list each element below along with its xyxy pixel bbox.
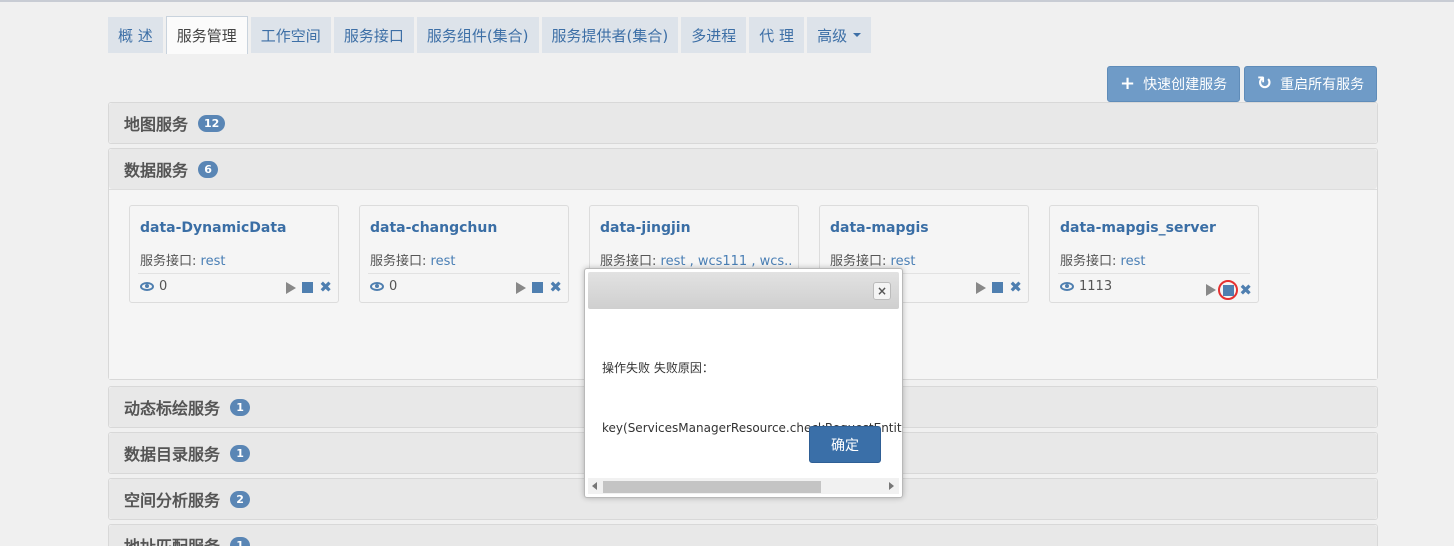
play-icon[interactable] xyxy=(516,281,527,294)
stop-icon[interactable] xyxy=(532,282,544,293)
service-interface: 服务接口: rest xyxy=(830,250,1022,269)
count-badge: 1 xyxy=(230,536,251,546)
panel-address-matching-service: 地址匹配服务 1 xyxy=(108,524,1378,546)
refresh-icon: ↻ xyxy=(1257,73,1273,94)
service-card: data-mapgis_server 服务接口: rest 1113 ✖ xyxy=(1049,205,1259,303)
ok-button[interactable]: 确定 xyxy=(809,426,881,463)
horizontal-scrollbar[interactable] xyxy=(588,478,899,494)
panel-title: 地址匹配服务 xyxy=(124,533,220,546)
delete-icon[interactable]: ✖ xyxy=(1009,280,1022,295)
panel-title: 数据目录服务 xyxy=(124,445,221,464)
tab-service-providers[interactable]: 服务提供者(集合) xyxy=(541,17,679,53)
service-actions: ✖ xyxy=(286,280,332,295)
eye-icon xyxy=(370,282,384,291)
caret-down-icon xyxy=(853,33,862,37)
service-card-title[interactable]: data-changchun xyxy=(370,220,497,236)
service-interface-label: 服务接口: xyxy=(140,254,201,269)
view-count: 0 xyxy=(140,279,167,294)
tab-service-components[interactable]: 服务组件(集合) xyxy=(416,17,539,53)
service-interface: 服务接口: rest xyxy=(1060,250,1252,269)
service-card-title[interactable]: data-mapgis_server xyxy=(1060,220,1216,236)
count-badge: 1 xyxy=(230,444,251,462)
panel-title: 动态标绘服务 xyxy=(124,399,221,418)
delete-icon[interactable]: ✖ xyxy=(549,280,562,295)
view-count-value: 1113 xyxy=(1079,279,1113,294)
panel-map-service-header[interactable]: 地图服务 12 xyxy=(109,103,1377,143)
stop-icon[interactable] xyxy=(1222,284,1234,296)
count-badge: 6 xyxy=(198,160,219,178)
panel-title: 空间分析服务 xyxy=(124,491,221,510)
tab-workspace[interactable]: 工作空间 xyxy=(250,17,331,53)
service-interface: 服务接口: rest xyxy=(140,250,332,269)
service-interface-label: 服务接口: xyxy=(600,254,661,269)
scroll-left-icon[interactable] xyxy=(592,482,597,490)
quick-create-service-button[interactable]: + 快速创建服务 xyxy=(1107,66,1240,102)
plus-icon: + xyxy=(1120,73,1136,94)
service-interface-link[interactable]: rest xyxy=(1121,254,1146,269)
divider xyxy=(368,273,560,274)
highlight-ring xyxy=(1218,280,1239,300)
play-icon[interactable] xyxy=(286,281,297,294)
play-icon[interactable] xyxy=(976,281,987,294)
panel-title: 数据服务 xyxy=(124,161,189,180)
divider xyxy=(138,273,330,274)
restart-all-services-button[interactable]: ↻ 重启所有服务 xyxy=(1244,66,1377,102)
restart-all-services-label: 重启所有服务 xyxy=(1280,77,1365,93)
service-interface: 服务接口: rest , wcs111 , wcs... xyxy=(600,250,792,269)
quick-create-service-label: 快速创建服务 xyxy=(1143,77,1228,93)
service-interface-label: 服务接口: xyxy=(1060,254,1121,269)
service-actions: ✖ xyxy=(1206,280,1252,300)
dialog-message-line: 操作失败 失败原因： xyxy=(602,361,714,375)
tab-service-management[interactable]: 服务管理 xyxy=(165,16,248,54)
service-interface: 服务接口: rest xyxy=(370,250,562,269)
service-card-title[interactable]: data-jingjin xyxy=(600,220,691,236)
tab-advanced[interactable]: 高级 xyxy=(807,17,872,53)
service-interface-label: 服务接口: xyxy=(370,254,431,269)
view-count: 1113 xyxy=(1060,279,1112,294)
panel-title: 地图服务 xyxy=(124,115,189,134)
panel-address-matching-header[interactable]: 地址匹配服务 1 xyxy=(109,525,1377,546)
tab-proxy[interactable]: 代 理 xyxy=(749,17,805,53)
dialog-message: 操作失败 失败原因： key(ServicesManagerResource.c… xyxy=(602,318,902,497)
scroll-right-icon[interactable] xyxy=(889,482,894,490)
service-interface-label: 服务接口: xyxy=(830,254,891,269)
service-interface-link[interactable]: rest xyxy=(431,254,456,269)
count-badge: 2 xyxy=(230,490,251,508)
service-actions: ✖ xyxy=(516,280,562,295)
tab-advanced-label: 高级 xyxy=(817,26,848,45)
eye-icon xyxy=(1060,282,1074,291)
panel-data-service-header[interactable]: 数据服务 6 xyxy=(109,149,1377,189)
panel-map-service: 地图服务 12 xyxy=(108,102,1378,144)
stop-icon[interactable] xyxy=(992,282,1004,293)
tab-multiprocess[interactable]: 多进程 xyxy=(681,17,747,53)
eye-icon xyxy=(140,282,154,291)
play-icon[interactable] xyxy=(1206,284,1217,296)
tab-overview[interactable]: 概 述 xyxy=(108,17,163,53)
tab-service-interface[interactable]: 服务接口 xyxy=(333,17,414,53)
service-card-title[interactable]: data-mapgis xyxy=(830,220,929,236)
view-count: 0 xyxy=(370,279,397,294)
service-interface-link[interactable]: rest xyxy=(891,254,916,269)
view-count-value: 0 xyxy=(159,279,168,294)
service-card: data-changchun 服务接口: rest 0 ✖ xyxy=(359,205,569,303)
divider xyxy=(1058,273,1250,274)
count-badge: 12 xyxy=(198,114,226,132)
scrollbar-thumb[interactable] xyxy=(603,481,821,493)
nav-tabs: 概 述 服务管理 工作空间 服务接口 服务组件(集合) 服务提供者(集合) 多进… xyxy=(108,16,874,54)
view-count-value: 0 xyxy=(389,279,398,294)
delete-icon[interactable]: ✖ xyxy=(1239,282,1252,298)
service-interface-link[interactable]: rest , wcs111 , wcs... xyxy=(661,254,792,269)
count-badge: 1 xyxy=(230,398,251,416)
stop-icon[interactable] xyxy=(302,282,314,293)
service-actions: ✖ xyxy=(976,280,1022,295)
service-card-title[interactable]: data-DynamicData xyxy=(140,220,286,236)
dialog-header: × xyxy=(588,272,899,309)
close-icon[interactable]: × xyxy=(873,282,891,300)
service-interface-link[interactable]: rest xyxy=(201,254,226,269)
error-dialog: × 操作失败 失败原因： key(ServicesManagerResource… xyxy=(584,268,903,498)
service-card: data-DynamicData 服务接口: rest 0 ✖ xyxy=(129,205,339,303)
delete-icon[interactable]: ✖ xyxy=(319,280,332,295)
